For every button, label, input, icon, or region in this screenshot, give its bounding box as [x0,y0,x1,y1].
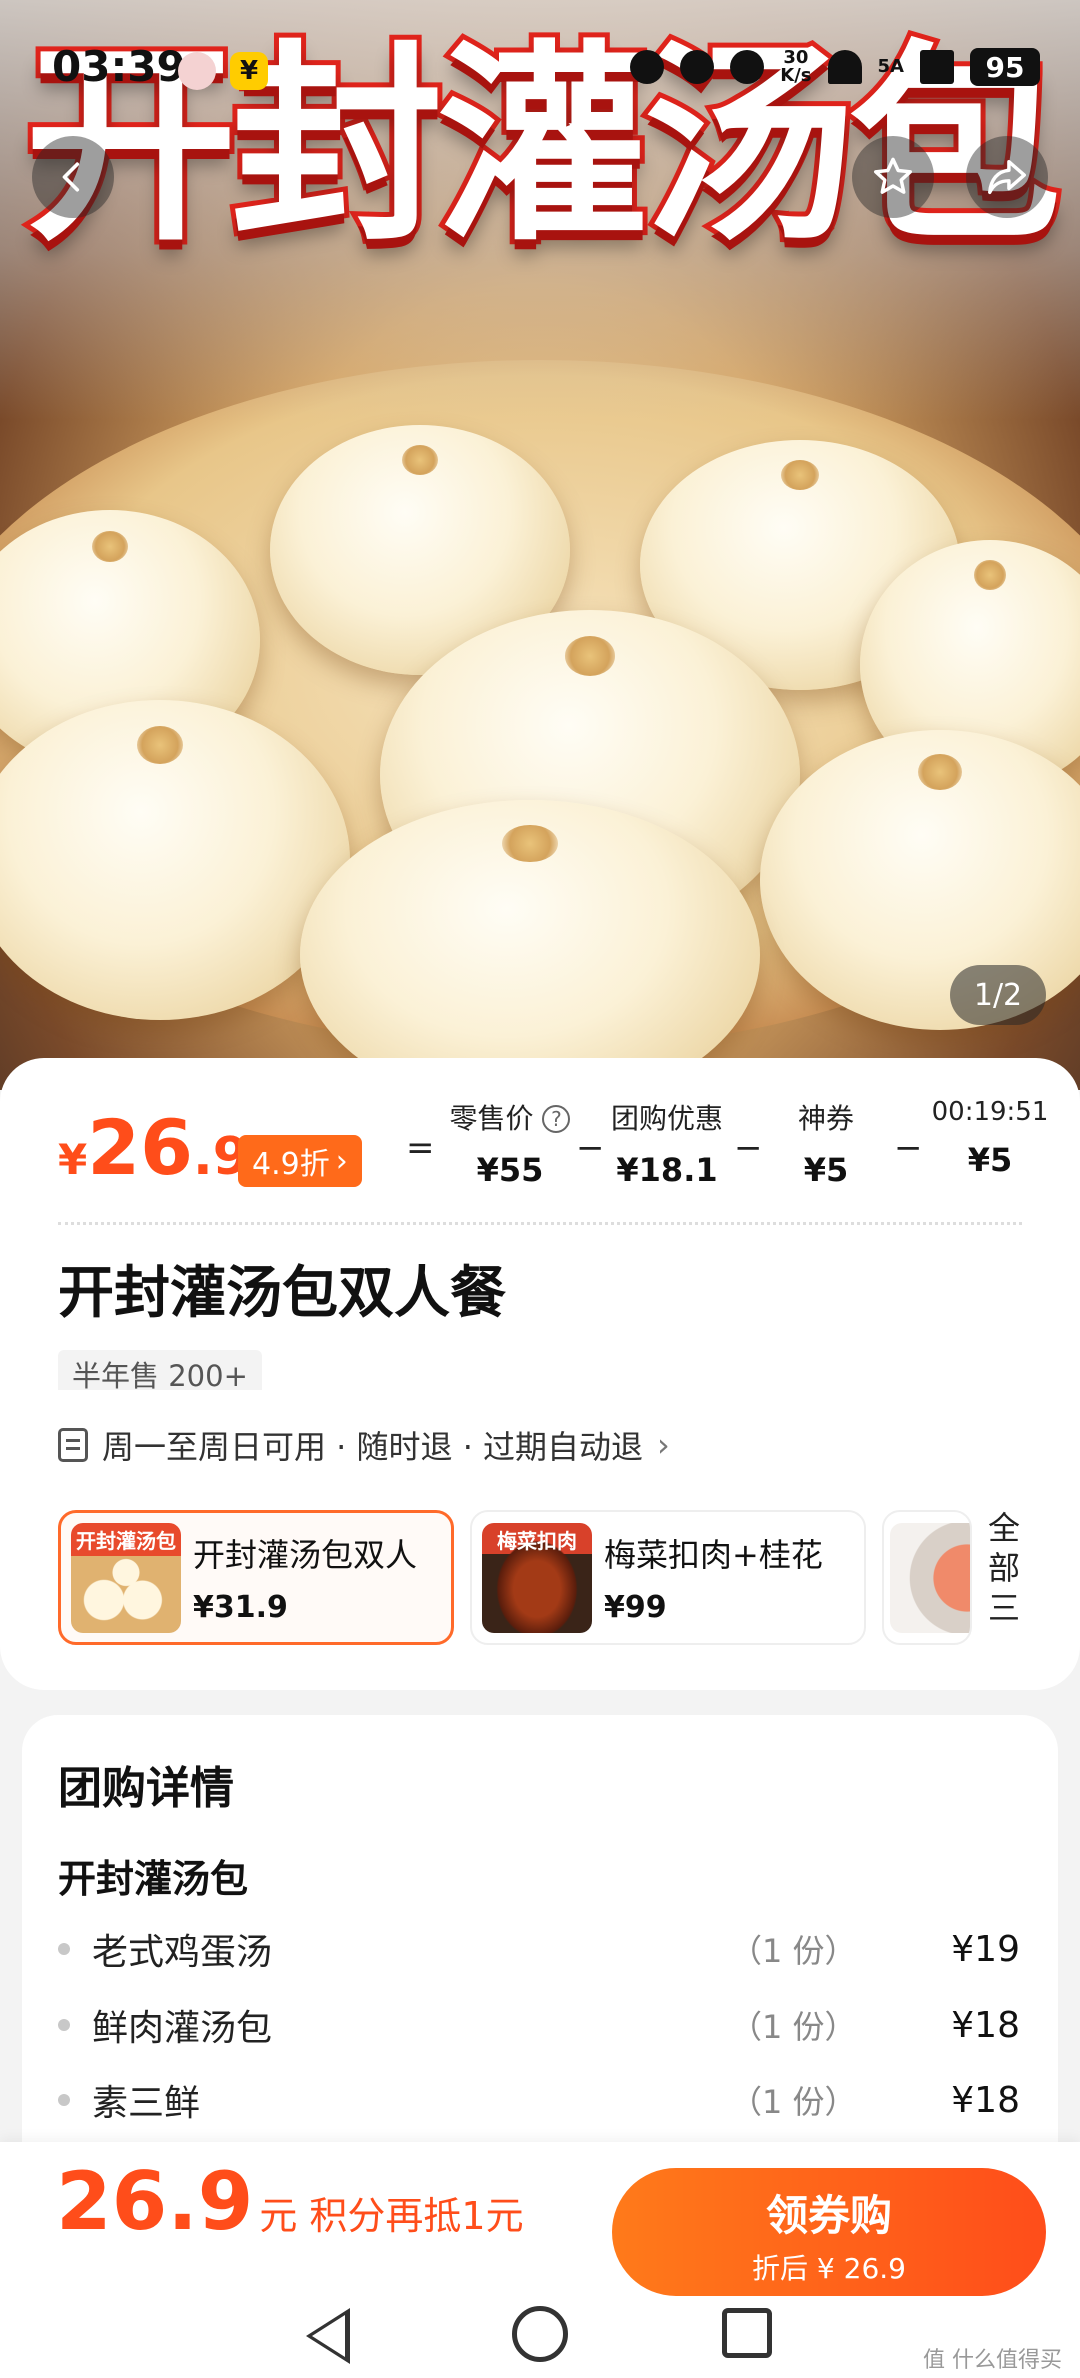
yen-notification-icon: ¥ [230,52,268,90]
package-thumbnail: 梅菜扣肉 [482,1522,592,1633]
bottom-price: 26.9 元 积分再抵1元 [56,2162,524,2242]
divider [58,1222,1022,1225]
list-item: 素三鲜 （1 份） ¥18 [58,2075,1020,2125]
star-icon [874,157,912,194]
breakdown-timer: 00:19:51 ¥5 [930,1097,1050,1179]
breakdown-value: ¥5 [967,1141,1013,1179]
list-item: 鲜肉灌汤包 （1 份） ¥18 [58,2000,1020,2050]
item-name: 鲜肉灌汤包 [92,2008,273,2049]
avatar-notification-icon [178,52,216,90]
status-icons: 30 K/s 5A 95 [630,48,1040,86]
package-thumbnail [890,1522,970,1633]
buy-button-label: 领券购 [765,2191,892,2240]
thumbnail-caption: 开封灌汤包 [76,1528,176,1553]
item-name: 老式鸡蛋汤 [92,1932,273,1973]
item-qty: （1 份） [730,1932,857,1970]
package-name: 梅菜扣肉+桂花 [604,1536,823,1574]
bottom-price-unit: 元 [259,2194,298,2238]
usage-policy-link[interactable]: 周一至周日可用 · 随时退 · 过期自动退 › [58,1422,670,1468]
points-offset-text: 积分再抵1元 [309,2194,524,2238]
detail-title: 团购详情 [58,1763,234,1814]
share-icon [988,159,1026,195]
alarm-icon [630,50,665,84]
package-name: 开封灌汤包双人 [193,1536,418,1574]
battery-indicator: 95 [970,48,1040,86]
minus-sign: − [576,1128,605,1168]
document-icon [58,1428,88,1462]
signal-bars-icon [920,50,954,84]
wifi-icon [827,50,862,84]
item-price: ¥18 [951,2004,1020,2046]
breakdown-coupon: 神券 ¥5 [780,1097,872,1189]
equals-sign: = [406,1128,435,1168]
item-name: 素三鲜 [92,2083,201,2124]
image-pager: 1/2 [950,965,1046,1025]
item-price: ¥18 [951,2079,1020,2121]
status-bar: 03:39 ¥ 30 K/s 5A 95 [0,0,1080,150]
breakdown-label: 团购优惠 [610,1102,723,1135]
discount-text: 4.9折 [252,1147,330,1182]
detail-section-title: 开封灌汤包 [58,1857,249,1901]
current-price: ¥ 26 .9 [58,1103,249,1192]
bullet [58,1943,70,1955]
list-item: 老式鸡蛋汤 （1 份） ¥19 [58,1924,1020,1974]
thumbnail-caption: 梅菜扣肉 [497,1528,577,1553]
status-time: 03:39 [52,42,186,91]
breakdown-label: 神券 [797,1102,854,1135]
minus-sign: − [894,1128,923,1168]
package-option[interactable]: 开封灌汤包 开封灌汤包双人 ¥31.9 [58,1510,454,1645]
package-price: ¥99 [604,1590,667,1625]
nav-back-icon[interactable] [306,2308,350,2364]
countdown-timer: 00:19:51 [931,1097,1049,1127]
hd-call-icon [680,50,715,84]
package-price: ¥31.9 [193,1590,288,1625]
policy-text: 周一至周日可用 · 随时退 · 过期自动退 [102,1428,644,1466]
watermark: 值 什么值得买 [923,2348,1062,2373]
favorite-button[interactable] [852,136,934,218]
back-button[interactable] [32,136,114,218]
bun [300,800,760,1090]
buy-button-sublabel: 折后 ¥ 26.9 [752,2252,906,2285]
nav-home-icon[interactable] [512,2306,568,2362]
chevron-right-icon: › [657,1426,670,1464]
price-currency: ¥ [58,1135,88,1184]
package-thumbnail: 开封灌汤包 [71,1522,181,1633]
item-qty: （1 份） [730,2008,857,2046]
signal-label: 5A [877,56,904,77]
package-option[interactable]: 梅菜扣肉 梅菜扣肉+桂花 ¥99 [470,1510,866,1645]
nav-recents-icon[interactable] [722,2308,772,2358]
bullet [58,2094,70,2106]
claim-coupon-buy-button[interactable]: 领券购 折后 ¥ 26.9 [612,2168,1046,2296]
bottom-price-number: 26.9 [56,2155,254,2248]
help-icon[interactable]: ? [542,1105,571,1133]
share-button[interactable] [966,136,1048,218]
breakdown-value: ¥55 [476,1151,544,1189]
item-price: ¥19 [951,1928,1020,1970]
breakdown-value: ¥18.1 [616,1151,718,1189]
minus-sign: − [734,1128,763,1168]
price-integer: 26 [87,1103,193,1192]
breakdown-retail: 零售价 ? ¥55 [440,1097,580,1189]
mute-bell-icon [730,50,765,84]
item-qty: （1 份） [730,2083,857,2121]
chevron-right-icon: › [335,1143,348,1179]
discount-badge[interactable]: 4.9折 › [238,1135,362,1187]
bullet [58,2019,70,2031]
net-speed: 30 K/s [780,47,812,86]
back-arrow-icon [62,162,80,192]
all-packages-link[interactable]: 全部三 [984,1508,1024,1628]
breakdown-label: 零售价 [449,1102,534,1135]
breakdown-group-discount: 团购优惠 ¥18.1 [604,1097,730,1189]
package-option-partial[interactable] [882,1510,972,1645]
breakdown-value: ¥5 [803,1151,849,1189]
product-title: 开封灌汤包双人餐 [58,1261,506,1326]
